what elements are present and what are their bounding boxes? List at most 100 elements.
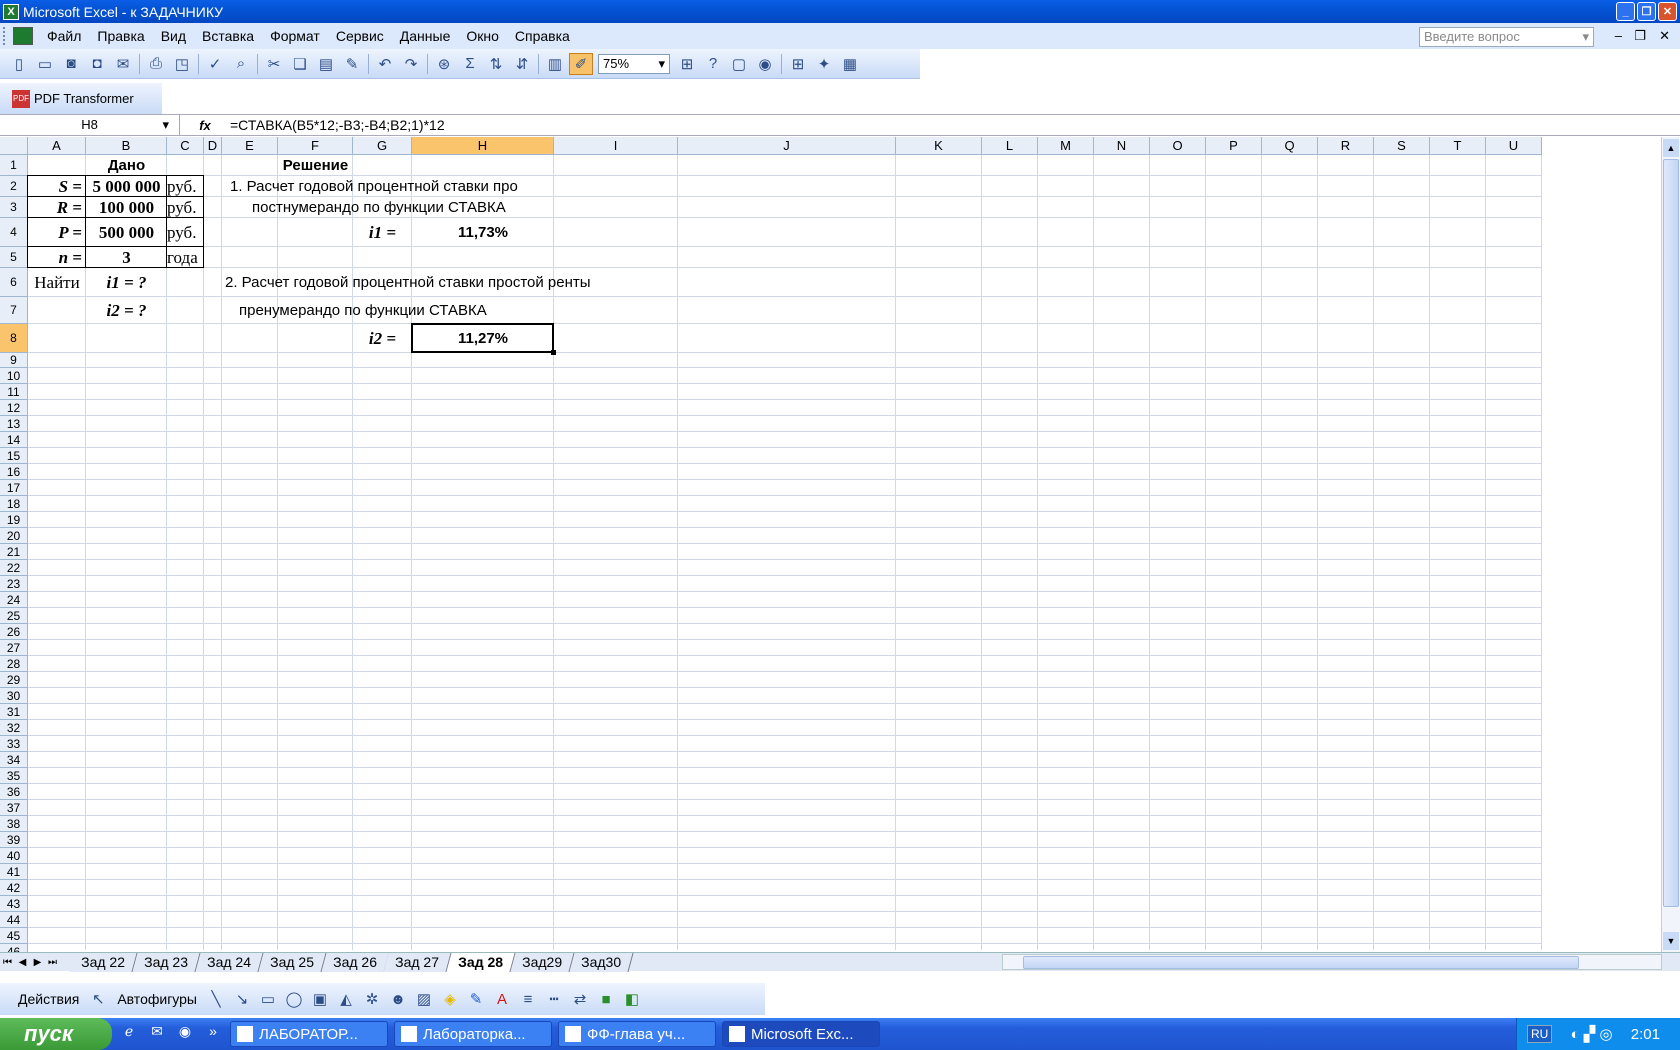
row-header-44[interactable]: 44 (0, 912, 28, 928)
print-preview-icon[interactable]: ◳ (170, 53, 194, 75)
column-header-G[interactable]: G (353, 137, 412, 155)
chart-wizard-icon[interactable]: ▥ (543, 53, 567, 75)
row-header-35[interactable]: 35 (0, 768, 28, 784)
column-header-F[interactable]: F (278, 137, 353, 155)
row-header-30[interactable]: 30 (0, 688, 28, 704)
minimize-button[interactable]: _ (1616, 2, 1635, 21)
row-header-28[interactable]: 28 (0, 656, 28, 672)
tray-icons[interactable]: ◐ ▞ ◎ (1571, 1025, 1613, 1043)
row-header-40[interactable]: 40 (0, 848, 28, 864)
hscroll-thumb[interactable] (1023, 956, 1579, 969)
paste-icon[interactable]: ▤ (314, 53, 338, 75)
wordart-icon[interactable]: ◭ (333, 990, 359, 1008)
research-icon[interactable]: ⌕ (229, 53, 253, 75)
column-header-L[interactable]: L (982, 137, 1038, 155)
column-header-R[interactable]: R (1318, 137, 1374, 155)
row-header-14[interactable]: 14 (0, 432, 28, 448)
row-header-20[interactable]: 20 (0, 528, 28, 544)
font-color-icon[interactable]: A (489, 991, 515, 1008)
sheet-tab[interactable]: Зад 26 (320, 952, 389, 972)
row-header-11[interactable]: 11 (0, 384, 28, 400)
language-indicator[interactable]: RU (1527, 1025, 1553, 1043)
fx-icon[interactable]: fx (180, 118, 230, 133)
taskbar-button[interactable]: Лабораторка... (394, 1021, 552, 1047)
permission-icon[interactable]: ◘ (85, 53, 109, 75)
sheet-tab[interactable]: Зад 25 (258, 952, 327, 972)
menu-file[interactable]: Файл (39, 28, 89, 44)
line-color-icon[interactable]: ✎ (463, 990, 489, 1008)
shadow-icon[interactable]: ■ (593, 991, 619, 1008)
start-button[interactable]: пуск (0, 1018, 112, 1050)
row-header-1[interactable]: 1 (0, 155, 28, 176)
zoom-select[interactable]: 75% ▾ (598, 53, 670, 74)
row-header-19[interactable]: 19 (0, 512, 28, 528)
rectangle-icon[interactable]: ▭ (255, 990, 281, 1008)
column-header-I[interactable]: I (554, 137, 678, 155)
reading-icon[interactable]: ▢ (727, 53, 751, 75)
close-button[interactable]: ✕ (1658, 2, 1677, 21)
row-header-10[interactable]: 10 (0, 368, 28, 384)
column-header-A[interactable]: A (28, 137, 86, 155)
row-header-18[interactable]: 18 (0, 496, 28, 512)
column-header-C[interactable]: C (167, 137, 204, 155)
fill-color-icon[interactable]: ◈ (437, 990, 463, 1008)
picture-icon[interactable]: ▨ (411, 990, 437, 1008)
scroll-up-icon[interactable]: ▲ (1663, 139, 1679, 157)
select-all-corner[interactable] (0, 137, 28, 155)
line-style-icon[interactable]: ≡ (515, 991, 541, 1008)
column-header-K[interactable]: K (896, 137, 982, 155)
row-header-9[interactable]: 9 (0, 353, 28, 368)
column-header-P[interactable]: P (1206, 137, 1262, 155)
column-header-T[interactable]: T (1430, 137, 1486, 155)
quicklaunch-expand-icon[interactable]: » (202, 1023, 224, 1045)
table-icon[interactable]: ⊞ (675, 53, 699, 75)
doc-close-button[interactable]: ✕ (1659, 28, 1670, 44)
next-sheet-icon[interactable]: ▶ (30, 957, 45, 968)
row-header-21[interactable]: 21 (0, 544, 28, 560)
sheet-tab[interactable]: Зад 27 (383, 952, 452, 972)
row-header-45[interactable]: 45 (0, 928, 28, 944)
row-header-39[interactable]: 39 (0, 832, 28, 848)
column-header-S[interactable]: S (1374, 137, 1430, 155)
textbox-icon[interactable]: ▣ (307, 990, 333, 1008)
select-pointer-icon[interactable]: ↖ (85, 990, 111, 1008)
save-icon[interactable]: ◙ (59, 53, 83, 75)
row-header-22[interactable]: 22 (0, 560, 28, 576)
hyperlink-icon[interactable]: ⊛ (432, 53, 456, 75)
formula-input[interactable]: =СТАВКА(B5*12;-B3;-B4;B2;1)*12 (230, 117, 445, 133)
menu-window[interactable]: Окно (458, 28, 507, 44)
column-header-H[interactable]: H (412, 137, 554, 155)
dash-style-icon[interactable]: ┅ (541, 990, 567, 1008)
email-icon[interactable]: ✉ (111, 53, 135, 75)
vertical-scrollbar[interactable]: ▲ ▼ (1661, 137, 1680, 952)
toolbar-grip[interactable] (3, 27, 9, 45)
pdf-transformer-toolbar[interactable]: PDF PDF Transformer (0, 83, 162, 114)
row-header-8[interactable]: 8 (0, 324, 28, 353)
autoshapes-menu[interactable]: Автофигуры (111, 991, 203, 1007)
help-search-input[interactable]: Введите вопрос ▾ (1419, 27, 1594, 47)
menu-format[interactable]: Формат (262, 28, 328, 44)
column-header-E[interactable]: E (222, 137, 278, 155)
new-file-icon[interactable]: ▯ (7, 53, 31, 75)
drawing-icon[interactable]: ✐ (569, 52, 593, 75)
borders-icon[interactable]: ⊞ (786, 53, 810, 75)
menu-data[interactable]: Данные (392, 28, 459, 44)
arrow-style-icon[interactable]: ⇄ (567, 990, 593, 1008)
open-folder-icon[interactable]: ▭ (33, 53, 57, 75)
clipart-icon[interactable]: ☻ (385, 991, 411, 1008)
menu-edit[interactable]: Правка (89, 28, 152, 44)
taskbar-button[interactable]: Microsoft Exc... (722, 1021, 880, 1047)
active-cell-outline[interactable] (411, 323, 556, 355)
lightbulb-icon[interactable]: ✦ (812, 53, 836, 75)
prev-sheet-icon[interactable]: ◀ (15, 957, 30, 968)
row-header-41[interactable]: 41 (0, 864, 28, 880)
taskbar-button[interactable]: ФФ-глава уч... (558, 1021, 716, 1047)
sort-descending-icon[interactable]: ⇵ (510, 53, 534, 75)
menu-help[interactable]: Справка (507, 28, 578, 44)
menu-tools[interactable]: Сервис (328, 28, 392, 44)
scroll-down-icon[interactable]: ▼ (1663, 932, 1679, 950)
workbook-icon[interactable] (13, 27, 33, 45)
undo-icon[interactable]: ↶ (373, 53, 397, 75)
redo-icon[interactable]: ↷ (399, 53, 423, 75)
name-box[interactable]: H8 (0, 115, 180, 135)
